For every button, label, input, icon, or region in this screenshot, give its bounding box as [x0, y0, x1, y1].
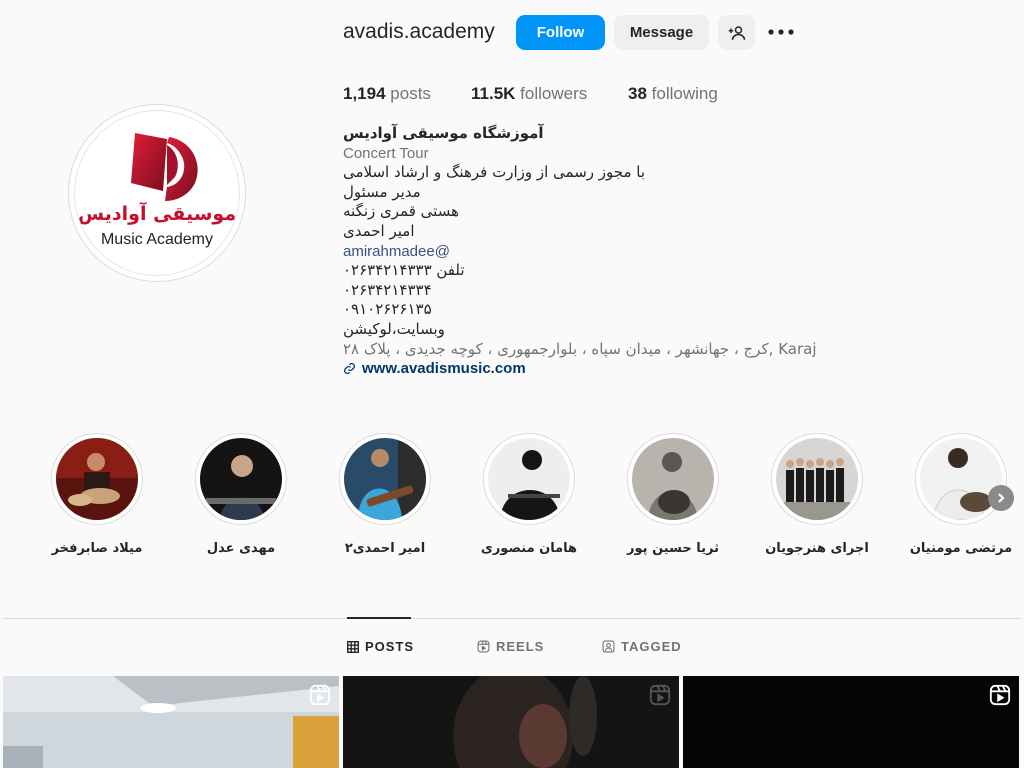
profile-avatar[interactable]: موسیقی آوادیس Music Academy: [68, 104, 246, 282]
highlight-thumbnail: [56, 438, 138, 520]
chevron-right-icon: [998, 493, 1005, 503]
reels-icon: [477, 640, 490, 653]
followers-stat[interactable]: 11.5K followers: [471, 84, 587, 104]
tagged-icon: [602, 640, 615, 653]
highlight-item[interactable]: هامان منصوری: [481, 433, 577, 556]
add-user-icon: [728, 25, 745, 40]
bio-mention-link[interactable]: amirahmadee@: [343, 242, 803, 262]
followers-label: followers: [520, 84, 588, 103]
tab-posts[interactable]: POSTS: [347, 639, 414, 654]
highlights-next-button[interactable]: [988, 485, 1014, 511]
logo-text-en: Music Academy: [100, 231, 214, 248]
tab-label: POSTS: [365, 639, 415, 654]
following-count: 38: [628, 84, 647, 103]
following-label: following: [651, 84, 718, 103]
bio-website-location: وبسایت،لوکیشن: [343, 319, 445, 338]
bio-line: با مجوز رسمی از وزارت فرهنگ و ارشاد اسلا…: [343, 163, 646, 182]
highlight-thumbnail: [776, 438, 858, 520]
logo-icon: [131, 133, 198, 201]
message-button[interactable]: Message: [614, 15, 709, 50]
link-icon: [344, 363, 355, 375]
highlight-label: مهدی عدل: [206, 541, 276, 556]
highlight-label: هامان منصوری: [480, 541, 578, 556]
avatar-logo: موسیقی آوادیس Music Academy: [74, 110, 240, 276]
highlight-item[interactable]: اجرای هنرجویان: [765, 433, 869, 556]
profile-bio: آموزشگاه موسیقی آوادیس Concert Tour با م…: [343, 124, 816, 379]
active-tab-indicator: [347, 617, 411, 619]
suggest-user-button[interactable]: [718, 15, 755, 50]
profile-username: avadis.academy: [343, 20, 495, 43]
highlight-thumbnail: [920, 438, 1002, 520]
logo-text-fa: موسیقی آوادیس: [77, 203, 237, 225]
bio-phone: ۰۹۱۰۲۶۲۶۱۳۵: [343, 300, 432, 319]
post-thumbnail[interactable]: [343, 676, 679, 768]
more-icon: [768, 29, 794, 35]
bio-line: هستی قمری زنگنه: [343, 202, 459, 221]
highlight-item[interactable]: میلاد صابرفخر: [49, 433, 145, 556]
bio-category: Concert Tour: [343, 144, 429, 162]
bio-phone: ۰۲۶۳۴۲۱۴۳۳۴: [343, 280, 432, 299]
highlight-thumbnail: [200, 438, 282, 520]
posts-stat: 1,194 posts: [343, 84, 431, 104]
highlight-label: میلاد صابرفخر: [51, 541, 143, 556]
reel-icon: [649, 684, 671, 706]
highlight-item[interactable]: ثریا حسین پور: [625, 433, 721, 556]
tab-reels[interactable]: REELS: [477, 639, 544, 654]
highlight-ring: [627, 433, 719, 525]
highlight-label: امیر احمدی۲: [344, 541, 426, 556]
highlight-thumbnail: [632, 438, 714, 520]
bio-line: مدیر مسئول: [343, 182, 421, 201]
highlight-ring: [339, 433, 431, 525]
bio-title: آموزشگاه موسیقی آوادیس: [343, 124, 544, 142]
highlight-ring: [195, 433, 287, 525]
reel-icon: [309, 684, 331, 706]
highlight-thumbnail: [488, 438, 570, 520]
highlight-label: مرتضی مومنیان: [909, 541, 1013, 556]
highlight-ring: [483, 433, 575, 525]
bio-website-link[interactable]: www.avadismusic.com: [343, 359, 803, 379]
grid-icon: [347, 640, 359, 653]
posts-count: 1,194: [343, 84, 386, 103]
website-url: www.avadismusic.com: [362, 360, 526, 378]
highlight-item[interactable]: مهدی عدل: [193, 433, 289, 556]
highlight-ring: [771, 433, 863, 525]
highlight-ring: [915, 433, 1007, 525]
followers-count: 11.5K: [471, 84, 516, 103]
bio-address[interactable]: کرج ، جهانشهر ، میدان سپاه ، بلوارجمهوری…: [343, 340, 816, 360]
post-thumbnail[interactable]: [683, 676, 1019, 768]
posts-label: posts: [390, 84, 431, 103]
highlight-ring: [51, 433, 143, 525]
highlight-label: ثریا حسین پور: [627, 541, 719, 556]
bio-line: امیر احمدی: [343, 221, 415, 240]
highlight-item[interactable]: مرتضی مومنیان: [910, 433, 1012, 556]
tab-label: TAGGED: [621, 639, 682, 654]
follow-button[interactable]: Follow: [516, 15, 605, 50]
bio-phone: تلفن ۰۲۶۳۴۲۱۴۳۳۳: [343, 261, 465, 280]
highlight-thumbnail: [344, 438, 426, 520]
tab-tagged[interactable]: TAGGED: [602, 639, 682, 654]
tabs-divider: [3, 618, 1021, 619]
following-stat[interactable]: 38 following: [628, 84, 718, 104]
tab-label: REELS: [496, 639, 545, 654]
more-options-button[interactable]: [766, 22, 796, 42]
post-thumbnail[interactable]: [3, 676, 339, 768]
highlight-label: اجرای هنرجویان: [765, 541, 869, 556]
reel-icon: [989, 684, 1011, 706]
highlight-item[interactable]: امیر احمدی۲: [337, 433, 433, 556]
